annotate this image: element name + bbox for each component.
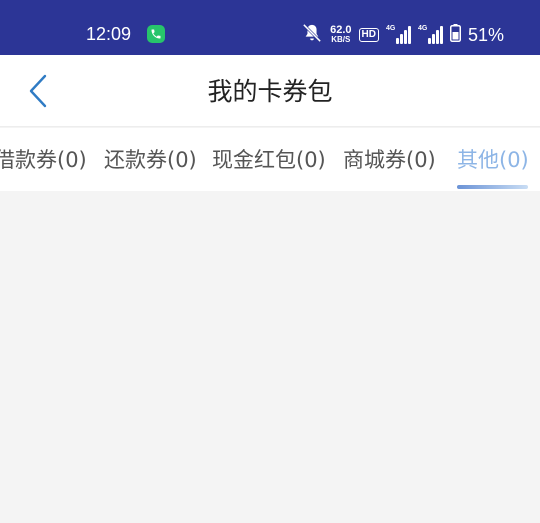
coupon-list-area	[0, 191, 540, 523]
signal-sim1-icon: 4G	[385, 25, 411, 44]
status-bar: 12:09 62.0 KB/S HD 4G 4G 51%	[0, 0, 540, 55]
signal-sim2-icon: 4G	[417, 25, 443, 44]
coupon-tabs: 借款券(0) 还款券(0) 现金红包(0) 商城券(0) 其他(0)	[0, 128, 540, 191]
battery-percentage: 51%	[467, 24, 504, 45]
tab-mall-coupon[interactable]: 商城券(0)	[343, 145, 436, 175]
network-speed: 62.0 KB/S	[330, 25, 351, 45]
battery-icon	[449, 24, 461, 46]
sim2-network-tag: 4G	[417, 25, 428, 32]
clock: 12:09	[86, 24, 132, 44]
network-speed-value: 62.0	[330, 24, 352, 36]
tab-cash-red-packet[interactable]: 现金红包(0)	[212, 145, 326, 175]
app-header: 我的卡券包	[0, 55, 540, 127]
mute-bell-icon	[301, 23, 323, 47]
network-speed-unit: KB/S	[331, 35, 351, 44]
page-title: 我的卡券包	[207, 77, 333, 106]
status-icons: 62.0 KB/S HD 4G 4G 51%	[301, 22, 504, 48]
phone-call-icon[interactable]	[147, 25, 165, 43]
tab-loan-coupon[interactable]: 借款券(0)	[0, 145, 87, 175]
tab-repayment-coupon[interactable]: 还款券(0)	[104, 145, 197, 175]
tab-other[interactable]: 其他(0)	[457, 145, 529, 175]
sim1-network-tag: 4G	[385, 25, 396, 32]
hd-voice-icon: HD	[358, 28, 379, 42]
active-tab-indicator	[457, 185, 528, 189]
